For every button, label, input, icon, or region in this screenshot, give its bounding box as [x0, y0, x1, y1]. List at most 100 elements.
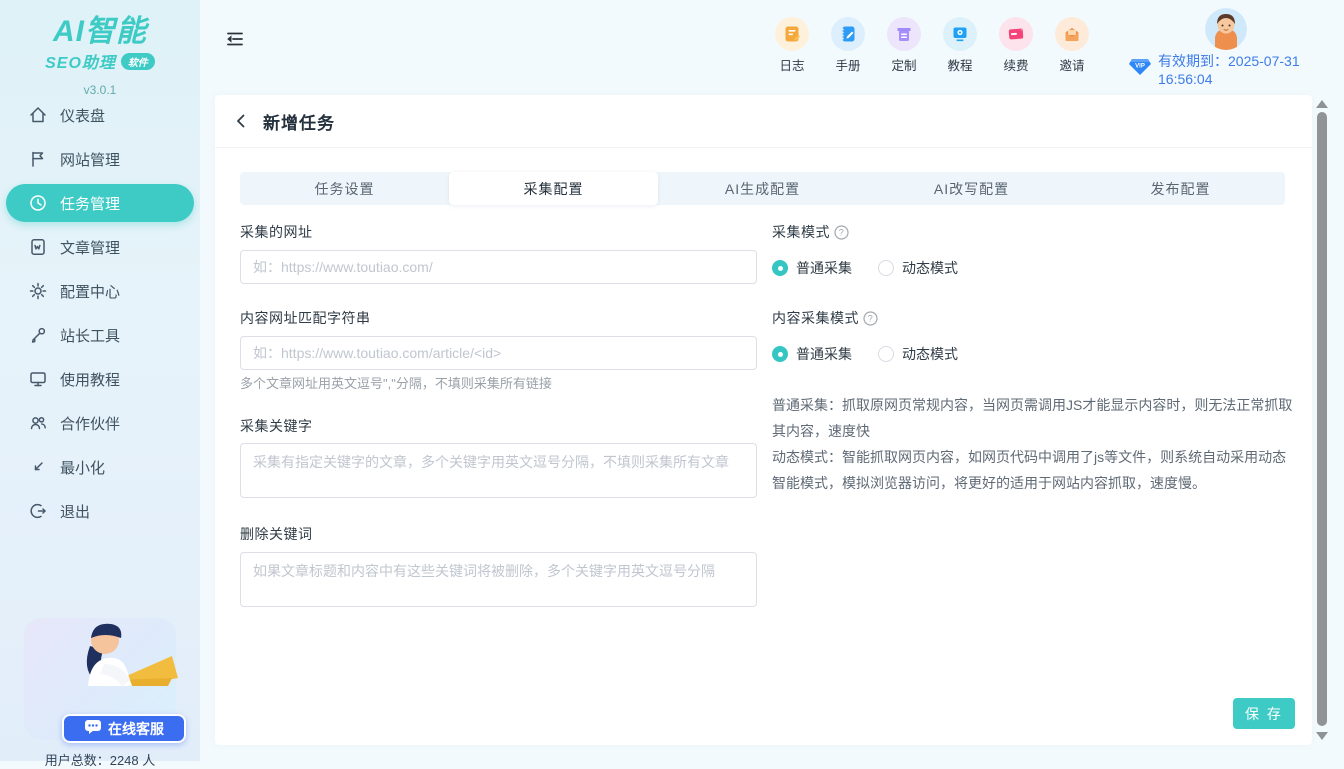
tutorial-icon [943, 17, 977, 51]
radio-selected-icon [772, 346, 788, 362]
tab-ai-rewrite-config[interactable]: AI改写配置 [867, 172, 1076, 205]
vip-validity-row: VIP 有效期到：2025-07-31 16:56:04 [1128, 51, 1344, 87]
mode-description: 普通采集：抓取原网页常规内容，当网页需调用JS才能显示内容时，则无法正常抓取其内… [772, 392, 1294, 496]
collect-mode-label-text: 采集模式 [772, 224, 830, 240]
gear-icon [28, 281, 48, 301]
content-collect-mode-label: 内容采集模式? [772, 308, 878, 329]
sidebar-item-label: 网站管理 [60, 149, 120, 170]
content-url-match-label: 内容网址匹配字符串 [240, 308, 371, 328]
sidebar-item-webmaster-tools[interactable]: 站长工具 [6, 316, 194, 354]
quick-action-label: 手册 [820, 55, 876, 74]
radio-label: 普通采集 [796, 344, 852, 364]
radio-normal-collect[interactable]: 普通采集 [772, 344, 852, 364]
flag-icon [28, 149, 48, 169]
sidebar-item-logout[interactable]: 退出 [6, 492, 194, 530]
tab-ai-generate-config[interactable]: AI生成配置 [658, 172, 867, 205]
radio-label: 动态模式 [902, 258, 958, 278]
collect-mode-radio-group: 普通采集 动态模式 [772, 258, 958, 278]
content-collect-mode-radio-group: 普通采集 动态模式 [772, 344, 958, 364]
collect-mode-label: 采集模式? [772, 222, 849, 243]
radio-unselected-icon [878, 260, 894, 276]
app-logo: AI智能 SEO助理 软件 v3.0.1 [0, 0, 200, 97]
page-title: 新增任务 [263, 109, 335, 134]
top-header: 日志 手册 定制 教程 续费 邀请 VIP 有效期到： [200, 0, 1344, 95]
user-avatar[interactable] [1205, 8, 1247, 50]
manual-icon [831, 17, 865, 51]
help-icon[interactable]: ? [863, 311, 878, 329]
clock-icon [28, 193, 48, 213]
svg-text:VIP: VIP [1135, 63, 1145, 69]
collect-url-input[interactable] [240, 250, 757, 284]
collect-keyword-textarea[interactable] [240, 443, 757, 498]
logout-icon [28, 501, 48, 521]
custom-icon [887, 17, 921, 51]
sidebar-item-partners[interactable]: 合作伙伴 [6, 404, 194, 442]
logo-line2: SEO助理 [45, 49, 116, 73]
sidebar-item-websites[interactable]: 网站管理 [6, 140, 194, 178]
help-icon[interactable]: ? [834, 225, 849, 243]
main-content-card: 新增任务 任务设置 采集配置 AI生成配置 AI改写配置 发布配置 采集的网址 … [215, 95, 1312, 745]
sidebar-item-label: 使用教程 [60, 369, 120, 390]
content-url-match-input[interactable] [240, 336, 757, 370]
log-icon [775, 17, 809, 51]
quick-action-invite[interactable]: 邀请 [1044, 17, 1100, 74]
sidebar: AI智能 SEO助理 软件 v3.0.1 仪表盘 网站管理 任务管理 [0, 0, 200, 761]
quick-action-log[interactable]: 日志 [764, 17, 820, 74]
save-button[interactable]: 保 存 [1233, 698, 1295, 729]
scrollbar-thumb[interactable] [1317, 112, 1327, 726]
radio-label: 动态模式 [902, 344, 958, 364]
radio-normal-collect[interactable]: 普通采集 [772, 258, 852, 278]
tab-task-settings[interactable]: 任务设置 [240, 172, 449, 205]
home-icon [28, 105, 48, 125]
quick-action-manual[interactable]: 手册 [820, 17, 876, 74]
sidebar-item-minimize[interactable]: 最小化 [6, 448, 194, 486]
tab-publish-config[interactable]: 发布配置 [1076, 172, 1285, 205]
wrench-icon [28, 325, 48, 345]
menu-fold-icon[interactable] [225, 29, 245, 49]
delete-keyword-textarea[interactable] [240, 552, 757, 607]
sidebar-item-label: 仪表盘 [60, 105, 105, 126]
sidebar-item-label: 站长工具 [60, 325, 120, 346]
scrollbar-down-arrow[interactable] [1316, 732, 1328, 740]
logo-badge: 软件 [121, 53, 155, 70]
page-header: 新增任务 [215, 95, 1312, 148]
sidebar-item-label: 任务管理 [60, 193, 120, 214]
customer-service-card: 在线客服 用户总数：2248 人 [24, 618, 176, 740]
sidebar-menu: 仪表盘 网站管理 任务管理 文章管理 配置中心 [0, 96, 200, 536]
renew-icon [999, 17, 1033, 51]
people-icon [28, 413, 48, 433]
app-version: v3.0.1 [0, 83, 200, 97]
invite-icon [1055, 17, 1089, 51]
sidebar-item-config-center[interactable]: 配置中心 [6, 272, 194, 310]
sidebar-item-tutorials[interactable]: 使用教程 [6, 360, 194, 398]
quick-action-custom[interactable]: 定制 [876, 17, 932, 74]
quick-action-label: 邀请 [1044, 55, 1100, 74]
radio-label: 普通采集 [796, 258, 852, 278]
svg-text:?: ? [839, 228, 845, 238]
quick-action-label: 定制 [876, 55, 932, 74]
sidebar-item-tasks[interactable]: 任务管理 [6, 184, 194, 222]
sidebar-item-dashboard[interactable]: 仪表盘 [6, 96, 194, 134]
sidebar-item-articles[interactable]: 文章管理 [6, 228, 194, 266]
chat-icon [84, 719, 102, 738]
radio-unselected-icon [878, 346, 894, 362]
vip-icon: VIP [1128, 58, 1152, 81]
quick-action-renew[interactable]: 续费 [988, 17, 1044, 74]
mode-description-normal: 普通采集：抓取原网页常规内容，当网页需调用JS才能显示内容时，则无法正常抓取其内… [772, 392, 1294, 444]
tab-collect-config[interactable]: 采集配置 [449, 172, 658, 205]
quick-action-label: 日志 [764, 55, 820, 74]
vip-validity-text: 有效期到：2025-07-31 16:56:04 [1158, 51, 1344, 87]
quick-action-tutorial[interactable]: 教程 [932, 17, 988, 74]
back-button[interactable] [229, 109, 253, 133]
user-total-text: 用户总数：2248 人 [24, 750, 176, 769]
sidebar-item-label: 合作伙伴 [60, 413, 120, 434]
sidebar-item-label: 配置中心 [60, 281, 120, 302]
quick-action-label: 续费 [988, 55, 1044, 74]
scrollbar-up-arrow[interactable] [1316, 100, 1328, 108]
radio-dynamic-mode[interactable]: 动态模式 [878, 258, 958, 278]
collect-url-label: 采集的网址 [240, 222, 313, 242]
customer-service-illustration [60, 616, 180, 721]
online-service-button[interactable]: 在线客服 [62, 714, 186, 743]
content-collect-mode-label-text: 内容采集模式 [772, 310, 859, 326]
radio-dynamic-mode[interactable]: 动态模式 [878, 344, 958, 364]
